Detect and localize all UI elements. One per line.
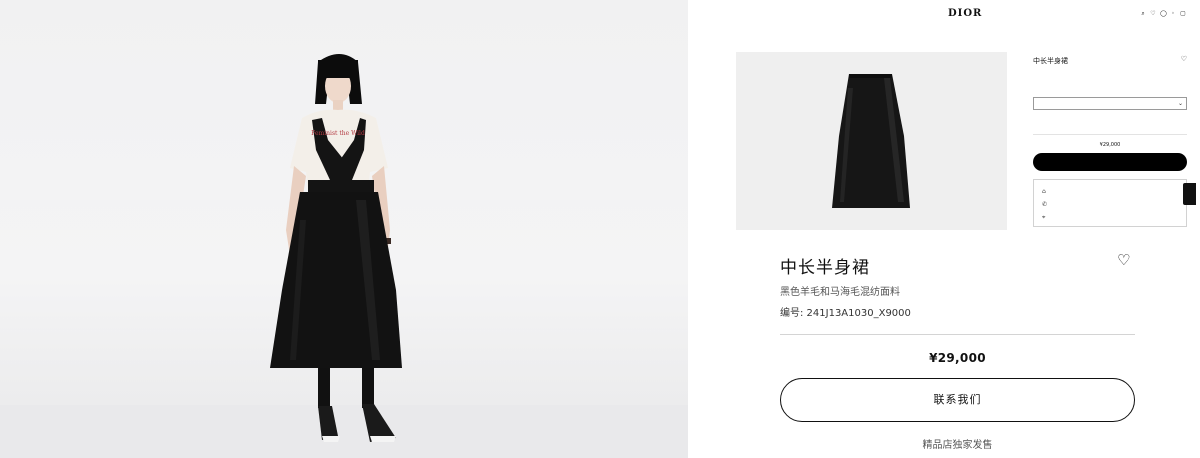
mini-buy-button[interactable] xyxy=(1033,153,1187,171)
header-tools: ⌕ ♡ ◯ ◦ ▢ xyxy=(1140,10,1186,17)
mini-price: ¥29,000 xyxy=(1099,142,1121,148)
product-description: 黑色羊毛和马海毛混纺面料 xyxy=(780,287,900,298)
header-links xyxy=(736,10,748,16)
store-icon: ⌂ xyxy=(1042,188,1046,195)
location-icon: ⌖ xyxy=(1042,214,1046,221)
model-photo: Feminist the Wild xyxy=(0,0,688,458)
mini-product-title: 中长半身裙 xyxy=(1033,57,1068,65)
service-row[interactable]: ⌂ xyxy=(1042,188,1054,195)
product-page: DIOR ⌕ ♡ ◯ ◦ ▢ 中长半身裙 ♡ ⌄ ¥29,000 ⌂ ✆ ⌖ 中… xyxy=(690,0,1200,458)
wishlist-heart-icon[interactable]: ♡ xyxy=(1117,251,1130,269)
size-select[interactable]: ⌄ xyxy=(1033,97,1187,110)
chat-icon[interactable]: ◯ xyxy=(1160,10,1167,17)
model-figure: Feminist the Wild xyxy=(270,54,402,442)
floating-side-tab[interactable] xyxy=(1183,183,1196,205)
tshirt-print: Feminist the Wild xyxy=(311,130,365,137)
service-row[interactable]: ✆ xyxy=(1042,201,1054,208)
heart-icon[interactable]: ♡ xyxy=(1150,10,1156,17)
service-box: ⌂ ✆ ⌖ xyxy=(1033,179,1187,227)
service-row[interactable]: ⌖ xyxy=(1042,214,1054,222)
skirt-product-image xyxy=(832,74,910,208)
search-icon[interactable]: ⌕ xyxy=(1140,10,1146,17)
info-divider xyxy=(780,334,1135,335)
phone-icon: ✆ xyxy=(1042,201,1048,208)
product-image-panel[interactable] xyxy=(736,52,1007,230)
product-title: 中长半身裙 xyxy=(780,258,870,278)
mini-purchase-panel: 中长半身裙 ♡ ⌄ ¥29,000 ⌂ ✆ ⌖ xyxy=(1033,52,1187,232)
product-info: 中长半身裙 ♡ 黑色羊毛和马海毛混纺面料 编号: 241J13A1030_X90… xyxy=(780,245,1136,458)
mini-product-reference xyxy=(1033,75,1103,80)
product-price: ¥29,000 xyxy=(929,351,986,365)
top-bar: DIOR ⌕ ♡ ◯ ◦ ▢ xyxy=(736,8,1186,22)
product-reference: 编号: 241J13A1030_X9000 xyxy=(780,308,911,319)
brand-logo[interactable]: DIOR xyxy=(948,8,982,19)
wishlist-heart-icon[interactable]: ♡ xyxy=(1181,55,1187,63)
mini-product-subtitle xyxy=(1033,68,1113,73)
boutique-exclusive-note: 精品店独家发售 xyxy=(922,440,993,451)
main-nav xyxy=(736,28,1156,36)
account-icon[interactable]: ◦ xyxy=(1170,10,1176,17)
contact-us-button[interactable]: 联系我们 xyxy=(780,378,1135,422)
bag-icon[interactable]: ▢ xyxy=(1180,10,1186,17)
chevron-down-icon: ⌄ xyxy=(1177,100,1183,107)
mini-divider xyxy=(1033,134,1187,135)
